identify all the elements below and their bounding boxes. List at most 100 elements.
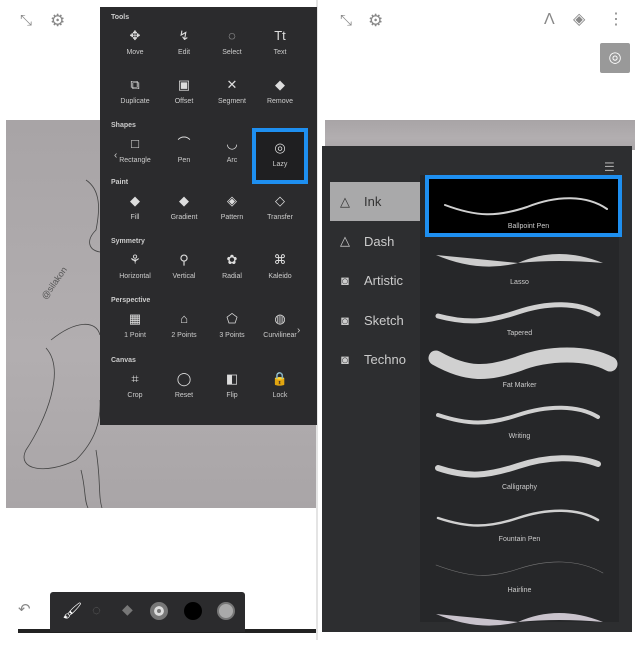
tool-lazy[interactable]: ◎ Lazy [252, 128, 308, 184]
brush-more[interactable] [420, 600, 619, 651]
tool-label: Select [222, 49, 242, 56]
brush-list[interactable]: Ballpoint Pen Lasso Tapered Fat Marker Writi… [420, 175, 622, 626]
fill-icon: ◆ [130, 193, 140, 208]
tool-label: Flip [226, 392, 238, 399]
tool-label: Pattern [220, 214, 244, 221]
signature: @silakon [39, 265, 69, 301]
tool-kaleido[interactable]: ⌘ Kaleido [255, 250, 305, 294]
category-label: Techno [364, 352, 406, 367]
fullscreen-icon[interactable]: ⤡ [20, 13, 32, 28]
section-title-paint: Paint [111, 179, 129, 186]
tool-select[interactable]: ◌ Select [207, 26, 257, 70]
category-techno[interactable]: ◙ Techno [330, 340, 420, 379]
color-button[interactable] [184, 602, 202, 620]
tool-move[interactable]: ✥ Move [110, 26, 160, 70]
tool-crop[interactable]: ⌗ Crop [110, 369, 160, 413]
tool-label: Gradient [170, 214, 198, 221]
brush-label: Fountain Pen [498, 535, 541, 543]
tool-rectangle[interactable]: □ Rectangle [110, 134, 160, 178]
tool-label: Fill [130, 214, 140, 221]
tool-2-points[interactable]: ⌂ 2 Points [159, 309, 209, 353]
lazy-button[interactable]: ◎ [600, 43, 630, 73]
tool-label: Lazy [272, 161, 288, 168]
brush-stroke-preview [436, 254, 603, 267]
prev-arrow[interactable]: ‹ [114, 150, 117, 161]
settings-icon[interactable]: ⚙ [50, 12, 65, 29]
remove-icon: ◆ [275, 77, 285, 92]
tool-label: Radial [222, 273, 242, 280]
tool-label: Arc [226, 157, 238, 164]
tool-label: Move [126, 49, 144, 56]
tool-segment[interactable]: ✕ Segment [207, 75, 257, 119]
brush-stroke-preview [428, 347, 618, 379]
layers-icon[interactable]: ◈ [573, 12, 585, 28]
rectangle-icon: □ [131, 136, 139, 151]
tool-label: 3 Points [219, 332, 245, 339]
eraser-icon[interactable]: ◆ [122, 601, 133, 618]
category-dash[interactable]: △ Dash [330, 222, 420, 261]
kaleido-icon: ⌘ [273, 252, 287, 267]
brush-hairline[interactable]: Hairline [420, 549, 619, 600]
brush-writing[interactable]: Writing [420, 395, 619, 446]
category-artistic[interactable]: ◙ Artistic [330, 261, 420, 300]
opacity-button[interactable] [217, 602, 235, 620]
brush-label: Ballpoint Pen [507, 223, 550, 230]
brush-lasso[interactable]: Lasso [420, 241, 619, 292]
fullscreen-icon[interactable]: ⤡ [340, 13, 352, 28]
next-arrow[interactable]: › [297, 325, 300, 336]
tool-radial[interactable]: ✿ Radial [207, 250, 257, 294]
gradient-icon: ◆ [179, 193, 189, 208]
tool-offset[interactable]: ▣ Offset [159, 75, 209, 119]
brush-settings-icon[interactable]: ☰ [604, 160, 615, 174]
brush-fountain-pen[interactable]: Fountain Pen [420, 498, 619, 549]
tool-horizontal[interactable]: ⚘ Horizontal [110, 250, 160, 294]
tool-label: Text [273, 49, 287, 56]
undo-icon[interactable]: ↶ [18, 602, 31, 617]
artistic-category-icon: ◙ [341, 273, 349, 288]
brush-tapered[interactable]: Tapered [420, 292, 619, 343]
tool-lock[interactable]: 🔒 Lock [255, 369, 305, 413]
text-icon: Tt [274, 28, 286, 43]
tool-gradient[interactable]: ◆ Gradient [159, 191, 209, 235]
brush-calligraphy[interactable]: Calligraphy [420, 446, 619, 497]
tool-edit[interactable]: ↯ Edit [159, 26, 209, 70]
bottom-toolbar: 🖌 ◌ ◆ [50, 592, 245, 632]
move-icon: ✥ [129, 28, 141, 43]
more-icon[interactable]: ⋮ [608, 12, 624, 28]
settings-icon[interactable]: ⚙ [368, 12, 383, 29]
brush-stroke-preview [444, 197, 608, 216]
tool-label: Edit [177, 49, 191, 56]
brush-label: Calligraphy [501, 484, 538, 492]
brush-label: Tapered [506, 330, 533, 338]
tool-pattern[interactable]: ◈ Pattern [207, 191, 257, 235]
brush-stroke-preview [435, 302, 601, 324]
brush-icon[interactable]: 🖌 [62, 601, 82, 621]
tool-flip[interactable]: ◧ Flip [207, 369, 257, 413]
tool-pen[interactable]: ⌒ Pen [159, 134, 209, 178]
tool-3-points[interactable]: ⬠ 3 Points [207, 309, 257, 353]
brush-fat-marker[interactable]: Fat Marker [420, 344, 619, 395]
tool-transfer[interactable]: ◇ Transfer [255, 191, 305, 235]
tool-fill[interactable]: ◆ Fill [110, 191, 160, 235]
tool-remove[interactable]: ◆ Remove [255, 75, 305, 119]
tool-label: Offset [174, 98, 194, 105]
category-ink[interactable]: △ Ink [330, 182, 420, 221]
left-screen: ⤡ ⚙ @silakon Tools ✥ Move ↯ Edit ◌ Select Tt Tex… [0, 0, 318, 640]
tool-label: Crop [127, 392, 143, 399]
select-icon[interactable]: ◌ [92, 602, 101, 619]
ruler-icon[interactable]: Λ [544, 12, 555, 28]
vertical-icon: ⚲ [179, 252, 189, 267]
category-sketch[interactable]: ◙ Sketch [330, 301, 420, 340]
tool-label: Reset [174, 392, 194, 399]
tool-1-point[interactable]: ▦ 1 Point [110, 309, 160, 353]
tool-vertical[interactable]: ⚲ Vertical [159, 250, 209, 294]
tool-text[interactable]: Tt Text [255, 26, 305, 70]
brush-size-button[interactable] [150, 602, 168, 620]
tool-reset[interactable]: ◯ Reset [159, 369, 209, 413]
transfer-icon: ◇ [275, 193, 285, 208]
tool-label: 2 Points [171, 332, 197, 339]
brush-ballpoint-pen[interactable]: Ballpoint Pen [425, 175, 622, 237]
lazy-icon: ◎ [274, 140, 286, 155]
tool-duplicate[interactable]: ⧉ Duplicate [110, 75, 160, 119]
tool-arc[interactable]: ◡ Arc [207, 134, 257, 178]
